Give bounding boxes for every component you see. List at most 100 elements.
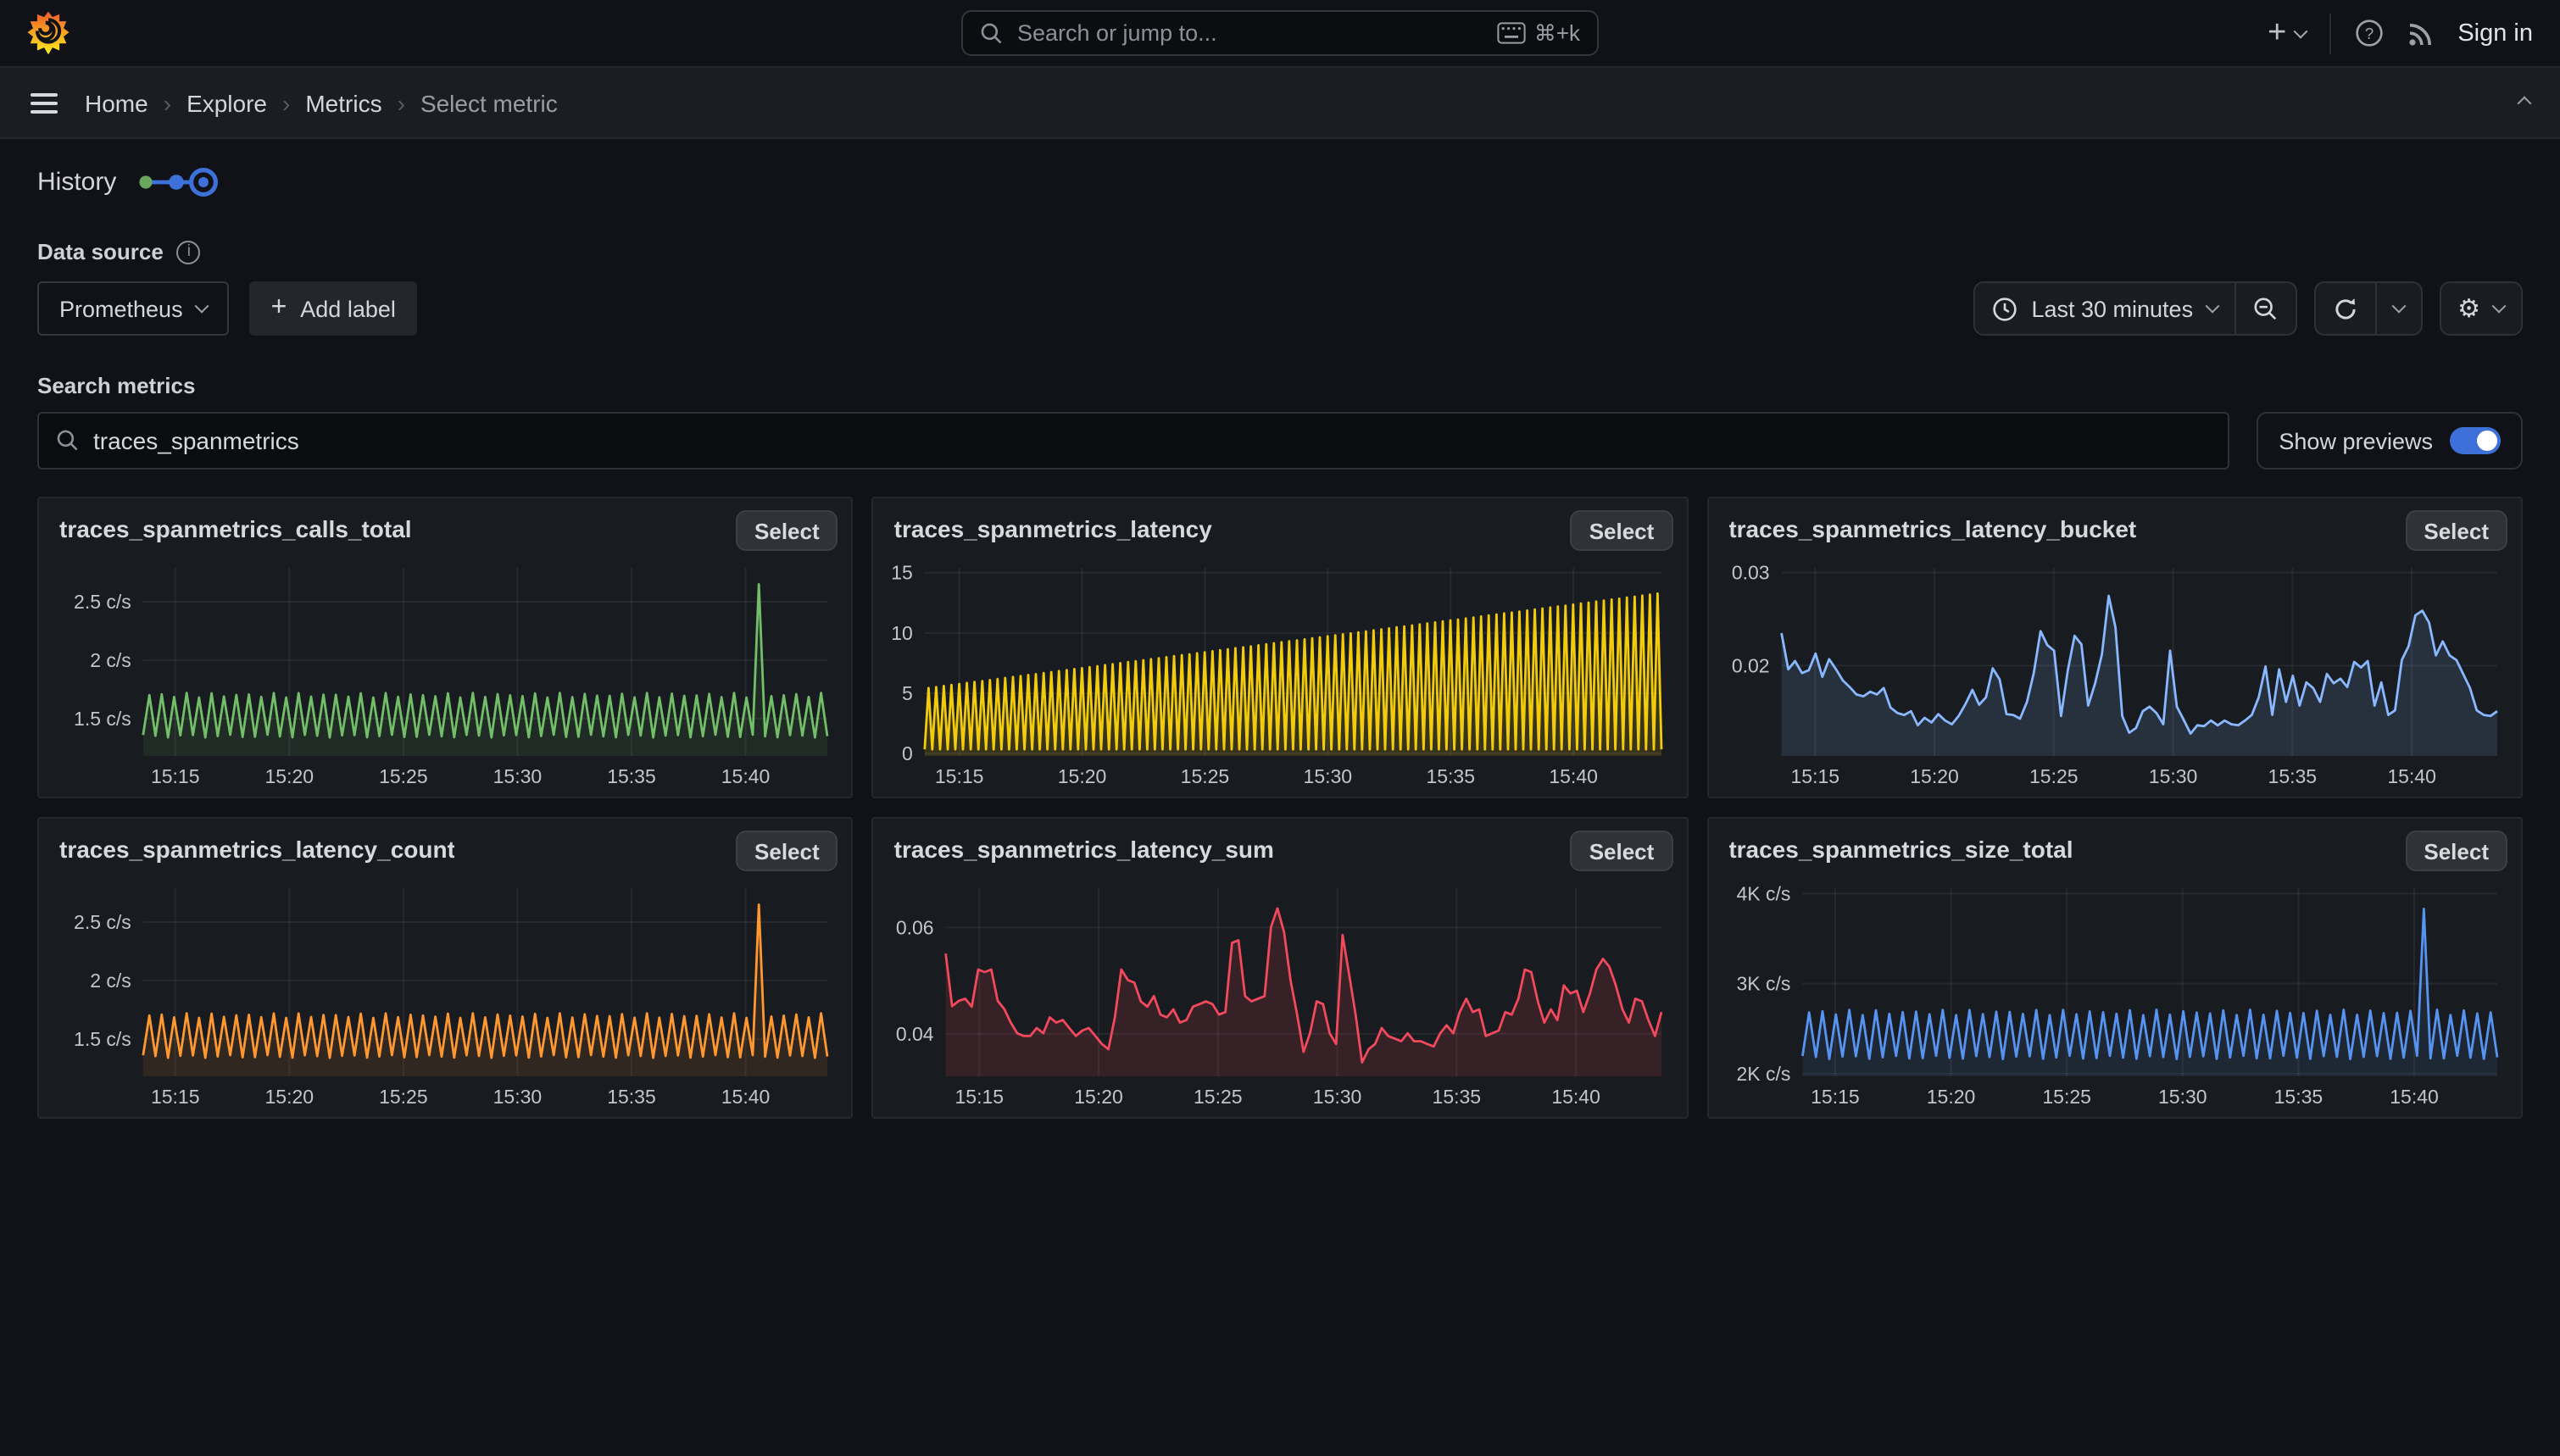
breadcrumb-metrics[interactable]: Metrics	[305, 89, 381, 116]
metric-card: traces_spanmetrics_latency_bucket Select 0…	[1706, 497, 2523, 798]
divider	[2329, 13, 2330, 53]
svg-text:15:25: 15:25	[1194, 1086, 1244, 1108]
timeseries-chart: 2K c/s3K c/s4K c/s15:1515:2015:2515:3015…	[1715, 875, 2507, 1112]
svg-text:15:30: 15:30	[2157, 1086, 2207, 1108]
svg-text:15:35: 15:35	[2268, 765, 2317, 787]
svg-text:15: 15	[892, 562, 914, 584]
show-previews-toggle[interactable]	[2450, 427, 2501, 454]
breadcrumb-current: Select metric	[420, 89, 558, 116]
global-search-placeholder: Search or jump to...	[1017, 20, 1483, 46]
chevron-down-icon	[194, 299, 209, 314]
metric-card: traces_spanmetrics_latency_count Select 1.…	[37, 817, 854, 1119]
svg-text:15:40: 15:40	[2387, 765, 2436, 787]
grafana-logo-icon[interactable]	[27, 10, 70, 56]
svg-text:15:15: 15:15	[936, 765, 985, 787]
svg-text:0: 0	[903, 742, 914, 764]
breadcrumb-home[interactable]: Home	[85, 89, 148, 116]
shortcut-hint: ⌘+k	[1497, 19, 1580, 47]
select-button[interactable]: Select	[1571, 510, 1673, 551]
select-button[interactable]: Select	[736, 831, 838, 871]
history-steps-icon[interactable]	[136, 166, 218, 198]
refresh-button[interactable]	[2315, 283, 2374, 334]
svg-text:2K c/s: 2K c/s	[1736, 1063, 1790, 1085]
select-button[interactable]: Select	[2405, 510, 2507, 551]
global-search[interactable]: Search or jump to... ⌘+k	[961, 10, 1599, 56]
search-row: Show previews	[37, 412, 2523, 470]
metric-card: traces_spanmetrics_latency_sum Select 0.04…	[872, 817, 1689, 1119]
gear-icon: ⚙	[2457, 296, 2480, 321]
svg-text:15:25: 15:25	[379, 765, 428, 787]
metrics-search-box	[37, 412, 2229, 470]
info-icon[interactable]: i	[177, 240, 201, 264]
svg-text:15:40: 15:40	[721, 1086, 771, 1108]
svg-text:1.5 c/s: 1.5 c/s	[74, 1028, 131, 1050]
svg-text:15:25: 15:25	[2042, 1086, 2091, 1108]
datasource-picker[interactable]: Prometheus	[37, 281, 229, 336]
svg-text:15:15: 15:15	[151, 765, 200, 787]
breadcrumb-separator: ›	[164, 89, 171, 116]
news-button[interactable]	[2407, 19, 2434, 47]
svg-text:15:15: 15:15	[1810, 1086, 1859, 1108]
timeseries-chart: 0.040.0615:1515:2015:2515:3015:3515:40	[881, 875, 1673, 1112]
svg-text:15:25: 15:25	[1181, 765, 1230, 787]
svg-text:15:15: 15:15	[1790, 765, 1839, 787]
add-label-button[interactable]: + Add label	[249, 281, 418, 336]
main-content: History Data source i Prometheus + Add l…	[0, 166, 2560, 1119]
collapse-toolbar-button[interactable]	[2519, 97, 2529, 108]
svg-text:15:15: 15:15	[151, 1086, 200, 1108]
time-range-button[interactable]: Last 30 minutes	[1975, 283, 2234, 334]
metric-title: traces_spanmetrics_size_total	[1728, 836, 2073, 863]
svg-text:0.06: 0.06	[896, 916, 934, 938]
chevron-up-icon	[2518, 96, 2532, 110]
metric-title: traces_spanmetrics_latency	[894, 515, 1212, 542]
select-button[interactable]: Select	[1571, 831, 1673, 871]
svg-text:?: ?	[2364, 25, 2374, 43]
metric-title: traces_spanmetrics_latency_bucket	[1728, 515, 2136, 542]
sign-in-link[interactable]: Sign in	[2457, 19, 2533, 47]
svg-text:0.03: 0.03	[1731, 561, 1769, 583]
svg-text:15:20: 15:20	[265, 1086, 314, 1108]
chevron-down-icon	[2492, 299, 2507, 314]
time-controls: Last 30 minutes	[1973, 281, 2523, 336]
metric-title: traces_spanmetrics_calls_total	[59, 515, 412, 542]
svg-text:0.02: 0.02	[1731, 654, 1769, 676]
history-label: History	[37, 168, 116, 197]
svg-text:15:30: 15:30	[1313, 1086, 1362, 1108]
timeseries-chart: 0.020.0315:1515:2015:2515:3015:3515:40	[1715, 554, 2507, 792]
top-nav: Search or jump to... ⌘+k + ? Sign in	[0, 0, 2560, 68]
breadcrumb-explore[interactable]: Explore	[186, 89, 267, 116]
svg-text:10: 10	[892, 622, 914, 644]
svg-text:15:40: 15:40	[2390, 1086, 2439, 1108]
svg-text:15:30: 15:30	[2148, 765, 2197, 787]
plus-icon: +	[271, 293, 287, 324]
svg-text:2 c/s: 2 c/s	[90, 970, 131, 992]
svg-text:4K c/s: 4K c/s	[1736, 882, 1790, 904]
metric-title: traces_spanmetrics_latency_sum	[894, 836, 1274, 863]
zoom-out-button[interactable]	[2234, 283, 2295, 334]
chevron-down-icon	[2293, 24, 2307, 38]
settings-button[interactable]: ⚙	[2440, 283, 2521, 334]
app: Search or jump to... ⌘+k + ? Sign in H	[0, 0, 2560, 1456]
metric-title: traces_spanmetrics_latency_count	[59, 836, 455, 863]
new-menu-button[interactable]: +	[2268, 17, 2305, 49]
svg-text:0.04: 0.04	[896, 1023, 934, 1045]
select-button[interactable]: Select	[2405, 831, 2507, 871]
search-metrics-label: Search metrics	[37, 373, 2523, 398]
svg-text:15:35: 15:35	[607, 1086, 656, 1108]
select-button[interactable]: Select	[736, 510, 838, 551]
mega-menu-toggle[interactable]	[31, 87, 58, 118]
svg-text:15:30: 15:30	[1304, 765, 1353, 787]
chevron-down-icon	[2391, 299, 2406, 314]
svg-text:15:25: 15:25	[379, 1086, 428, 1108]
svg-text:15:35: 15:35	[2273, 1086, 2323, 1108]
help-button[interactable]: ?	[2354, 19, 2383, 47]
refresh-icon	[2332, 296, 2357, 321]
breadcrumb-bar: Home › Explore › Metrics › Select metric	[0, 68, 2560, 139]
nav-actions: + ? Sign in	[2268, 13, 2533, 53]
timeseries-chart: 05101515:1515:2015:2515:3015:3515:40	[881, 554, 1673, 792]
metrics-search-input[interactable]	[93, 427, 2211, 454]
time-picker-group: Last 30 minutes	[1973, 281, 2296, 336]
history-row: History	[37, 166, 2523, 198]
refresh-interval-button[interactable]	[2374, 283, 2420, 334]
svg-text:5: 5	[903, 682, 914, 704]
